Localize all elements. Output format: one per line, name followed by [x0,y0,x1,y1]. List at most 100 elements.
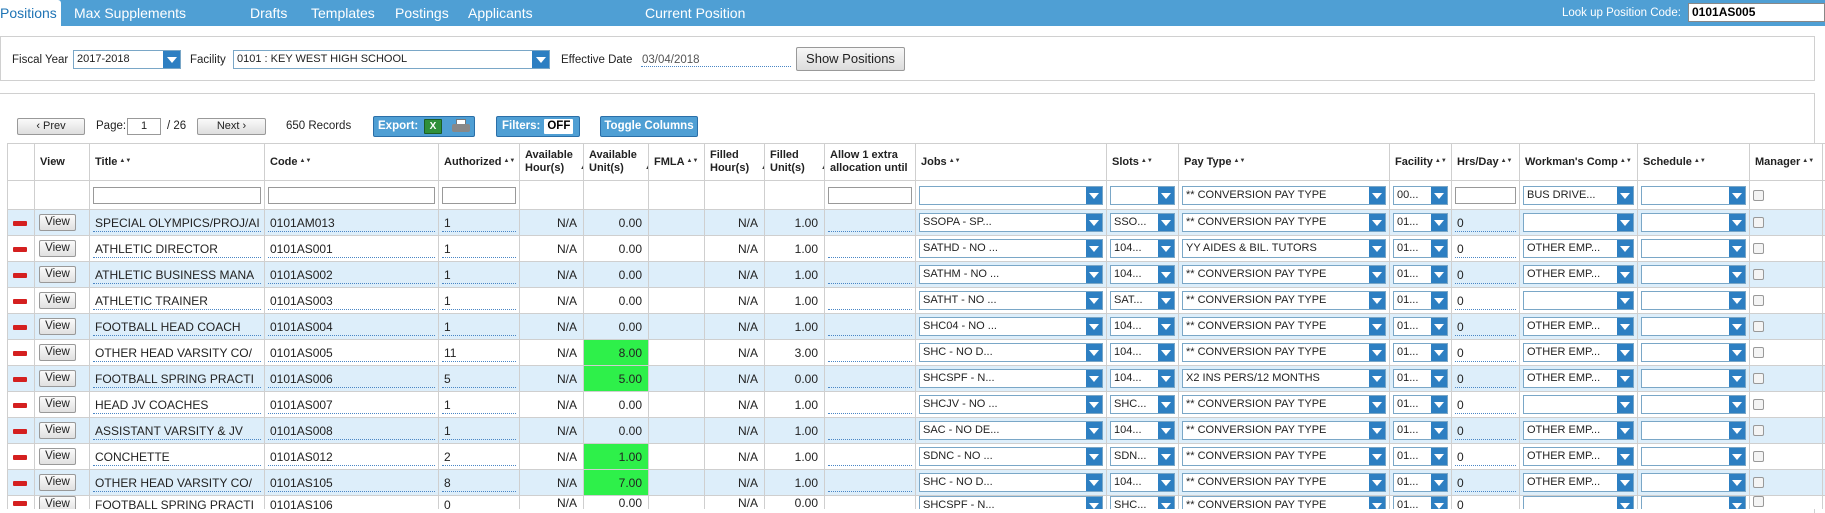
jobs-select[interactable]: SHC04 - NO ... [919,317,1103,336]
facility-select[interactable]: 01... [1393,473,1448,492]
tab-applicants[interactable]: Applicants [468,0,533,26]
filter-schedule-select[interactable] [1641,186,1746,205]
facility-select[interactable]: 01... [1393,213,1448,232]
allow-extra-input[interactable] [828,448,912,466]
authorized-input[interactable]: 2 [442,448,516,466]
facility-select[interactable]: 0101 : KEY WEST HIGH SCHOOL [233,50,550,69]
col-header-workmans-comp[interactable]: Workman's Comp▲▼ [1520,144,1638,181]
remove-icon[interactable] [13,377,27,382]
sort-icon[interactable]: ▲▼ [687,159,693,164]
manager-checkbox[interactable] [1753,477,1764,488]
remove-icon[interactable] [13,247,27,252]
print-icon[interactable] [452,119,470,134]
remove-icon[interactable] [13,455,27,460]
view-button[interactable]: View [39,266,76,283]
pay-type-select[interactable]: ** CONVERSION PAY TYPE [1182,343,1386,362]
authorized-input[interactable]: 8 [442,474,516,492]
pay-type-select[interactable]: ** CONVERSION PAY TYPE [1182,317,1386,336]
authorized-input[interactable]: 1 [442,318,516,336]
slots-select[interactable]: 104... [1110,265,1175,284]
next-page-button[interactable]: Next › [197,118,266,135]
allow-extra-input[interactable] [828,266,912,284]
slots-select[interactable]: SHC... [1110,395,1175,414]
slots-select[interactable]: 104... [1110,317,1175,336]
sort-icon[interactable]: ▲▼ [119,159,125,164]
authorized-input[interactable]: 1 [442,240,516,258]
tab-positions[interactable]: Positions [0,0,61,27]
col-header-filled-hours[interactable]: Filled Hour(s)▲▼ [705,144,765,181]
filter-facility-select[interactable]: 00... [1393,186,1448,205]
allow-extra-input[interactable] [828,344,912,362]
col-header-authorized[interactable]: Authorized▲▼ [439,144,520,181]
code-input[interactable]: 0101AS004 [268,318,435,336]
title-input[interactable]: ATHLETIC DIRECTOR [93,240,261,258]
title-input[interactable]: ATHLETIC BUSINESS MANA [93,266,261,284]
slots-select[interactable]: SSO... [1110,213,1175,232]
schedule-select[interactable] [1641,496,1746,509]
remove-icon[interactable] [13,501,27,506]
tab-drafts[interactable]: Drafts [250,0,287,26]
view-button[interactable]: View [39,396,76,413]
facility-select[interactable]: 01... [1393,369,1448,388]
facility-select[interactable]: 01... [1393,421,1448,440]
col-header-jobs[interactable]: Jobs▲▼ [916,144,1107,181]
sort-icon[interactable]: ▲▼ [1234,159,1240,164]
hrs-day-input[interactable]: 0 [1455,240,1516,258]
sort-icon[interactable]: ▲▼ [503,159,509,164]
hrs-day-input[interactable]: 0 [1455,422,1516,440]
title-input[interactable]: FOOTBALL HEAD COACH [93,318,261,336]
manager-checkbox[interactable] [1753,217,1764,228]
view-button[interactable]: View [39,214,76,231]
workmans-comp-select[interactable]: OTHER EMP... [1523,317,1634,336]
col-header-hrs-day[interactable]: Hrs/Day▲▼ [1452,144,1520,181]
jobs-select[interactable]: SHCSPF - N... [919,369,1103,388]
facility-select[interactable]: 01... [1393,395,1448,414]
pay-type-select[interactable]: ** CONVERSION PAY TYPE [1182,447,1386,466]
col-header-avail-hours[interactable]: Available Hour(s)▲▼ [520,144,584,181]
col-header-slots[interactable]: Slots▲▼ [1107,144,1179,181]
sort-icon[interactable]: ▲▼ [1694,159,1700,164]
title-input[interactable]: HEAD JV COACHES [93,396,261,414]
filter-allow-extra-input[interactable] [828,187,912,204]
workmans-comp-select[interactable] [1523,213,1634,232]
remove-icon[interactable] [13,481,27,486]
allow-extra-input[interactable] [828,396,912,414]
jobs-select[interactable]: SAC - NO DE... [919,421,1103,440]
title-input[interactable]: SPECIAL OLYMPICS/PROJ/AI [93,214,261,232]
workmans-comp-select[interactable] [1523,395,1634,414]
code-input[interactable]: 0101AS008 [268,422,435,440]
manager-checkbox[interactable] [1753,496,1764,507]
workmans-comp-select[interactable] [1523,496,1634,509]
view-button[interactable]: View [39,292,76,309]
allow-extra-input[interactable] [828,318,912,336]
col-header-avail-units[interactable]: Available Unit(s)▲▼ [584,144,649,181]
view-button[interactable]: View [39,370,76,387]
code-input[interactable]: 0101AS002 [268,266,435,284]
allow-extra-input[interactable] [828,474,912,492]
schedule-select[interactable] [1641,369,1746,388]
hrs-day-input[interactable]: 0 [1455,448,1516,466]
allow-extra-input[interactable] [828,370,912,388]
workmans-comp-select[interactable]: OTHER EMP... [1523,239,1634,258]
title-input[interactable]: CONCHETTE [93,448,261,466]
remove-icon[interactable] [13,351,27,356]
hrs-day-input[interactable]: 0 [1455,474,1516,492]
pay-type-select[interactable]: ** CONVERSION PAY TYPE [1182,213,1386,232]
col-header-pay-type[interactable]: Pay Type▲▼ [1179,144,1390,181]
filter-title-input[interactable] [93,187,261,204]
remove-icon[interactable] [13,221,27,226]
pay-type-select[interactable]: X2 INS PERS/12 MONTHS [1182,369,1386,388]
col-header-facility[interactable]: Facility▲▼ [1390,144,1452,181]
manager-checkbox[interactable] [1753,321,1764,332]
authorized-input[interactable]: 1 [442,266,516,284]
filter-slots-select[interactable] [1110,186,1175,205]
jobs-select[interactable]: SHC - NO D... [919,473,1103,492]
hrs-day-input[interactable]: 0 [1455,344,1516,362]
pay-type-select[interactable]: ** CONVERSION PAY TYPE [1182,395,1386,414]
view-button[interactable]: View [39,344,76,361]
workmans-comp-select[interactable]: OTHER EMP... [1523,265,1634,284]
remove-icon[interactable] [13,299,27,304]
hrs-day-input[interactable]: 0 [1455,292,1516,310]
remove-icon[interactable] [13,273,27,278]
manager-checkbox[interactable] [1753,243,1764,254]
